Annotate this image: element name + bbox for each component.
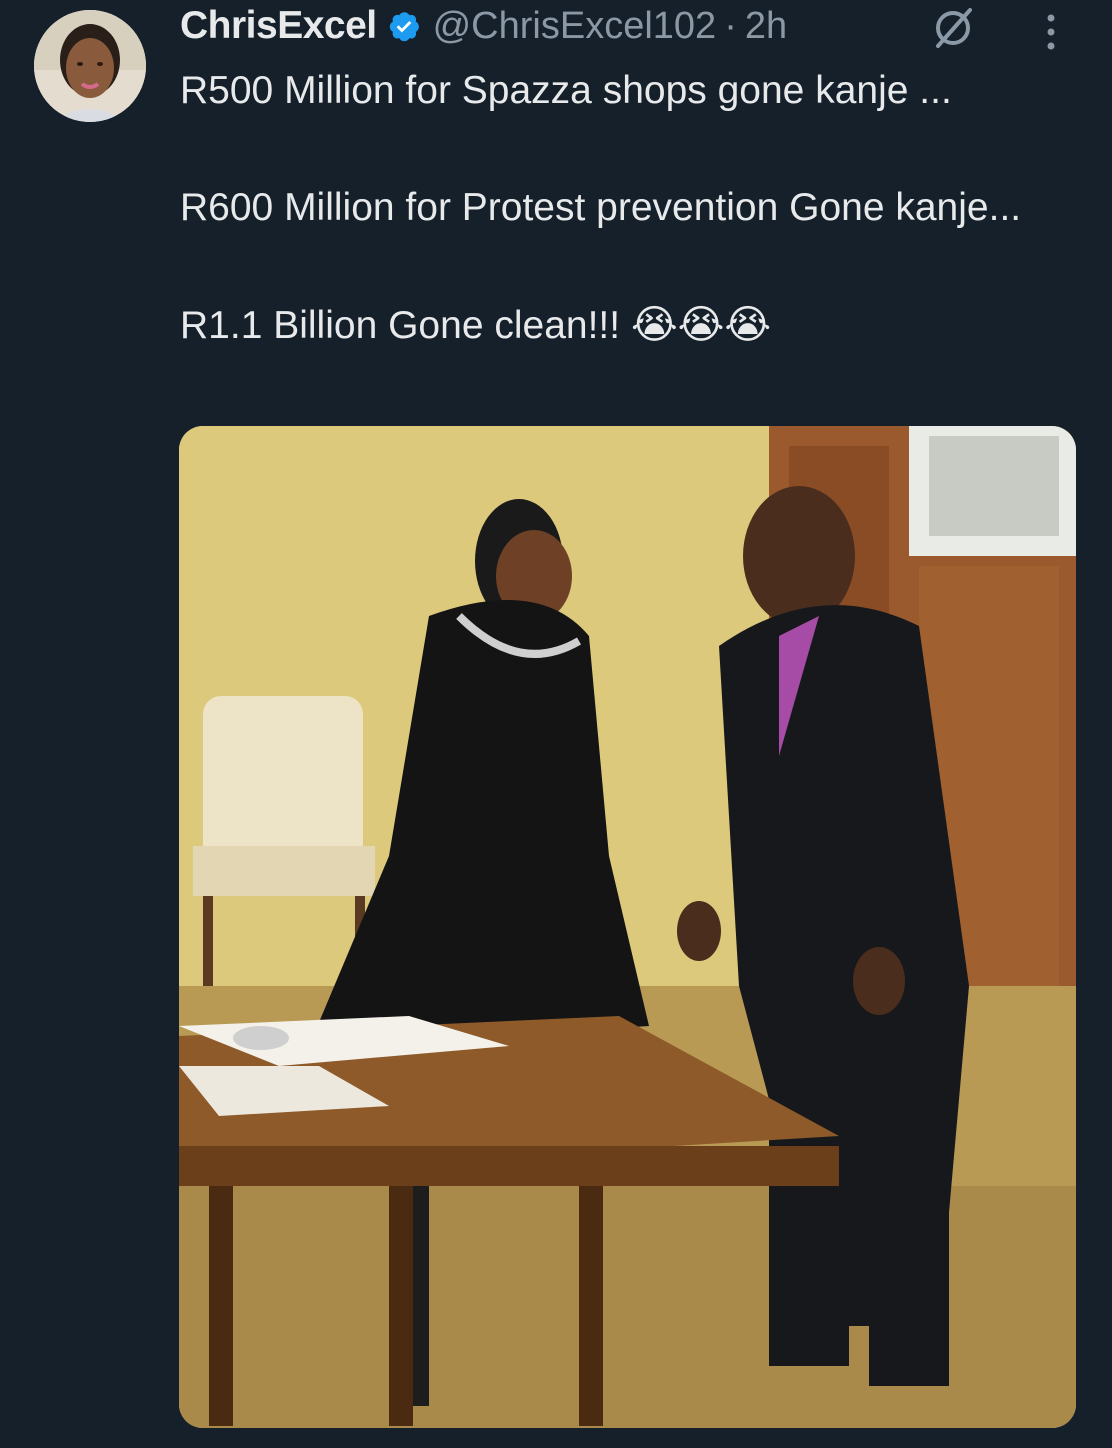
grok-icon[interactable] [928,6,978,50]
tweet-line-1: R500 Million for Spazza shops gone kanje… [180,69,952,112]
avatar-image [34,10,146,122]
tweet-header: ChrisExcel @ChrisExcel102 · 2h [180,4,787,48]
display-name[interactable]: ChrisExcel [180,4,377,48]
avatar[interactable] [34,10,146,122]
handle[interactable]: @ChrisExcel102 [433,5,717,48]
tweet-line-3-text: R1.1 Billion Gone clean!!! [180,304,621,347]
verified-badge-icon [387,9,421,43]
tweet-line-3: R1.1 Billion Gone clean!!! 😭😭😭 [180,296,1080,355]
crying-emoji-icon: 😭😭😭 [630,303,772,347]
separator: · [724,4,737,47]
tweet-photo[interactable] [179,426,1076,1428]
tweet-text: R500 Million for Spazza shops gone kanje… [180,62,1080,355]
more-vertical-icon[interactable] [1036,8,1066,52]
photo-image [179,426,1076,1428]
tweet[interactable]: ChrisExcel @ChrisExcel102 · 2h R500 Mill… [0,0,1112,1448]
timestamp[interactable]: 2h [745,5,787,48]
tweet-line-2: R600 Million for Protest prevention Gone… [180,186,1022,229]
